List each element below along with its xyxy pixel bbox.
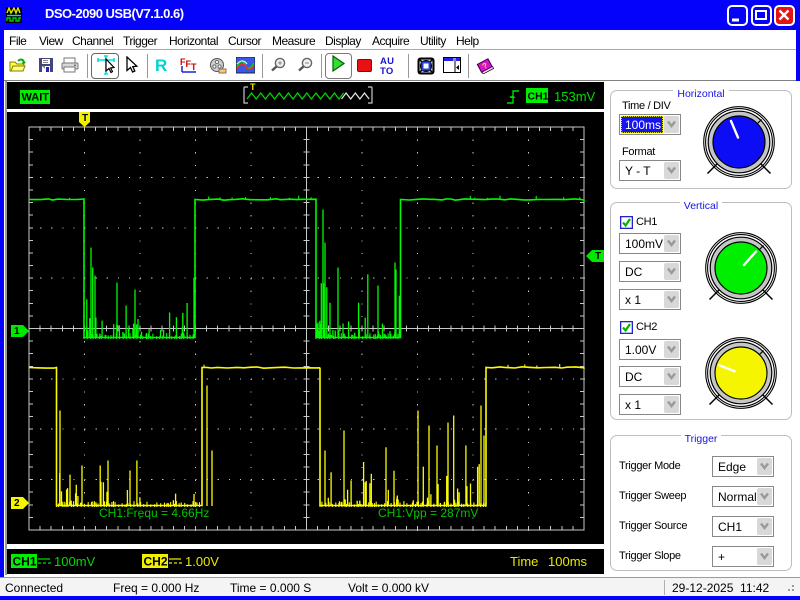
svg-text:CH1:Frequ = 4.66Hz: CH1:Frequ = 4.66Hz: [99, 506, 209, 520]
svg-text:2: 2: [14, 498, 20, 509]
svg-text:T: T: [595, 251, 601, 262]
svg-text:1.00V: 1.00V: [185, 554, 219, 569]
svg-text:153mV: 153mV: [554, 89, 596, 104]
svg-text:100ms: 100ms: [548, 554, 588, 569]
svg-text:CH1:Vpp = 287mV: CH1:Vpp = 287mV: [378, 506, 478, 520]
svg-text:CH1: CH1: [13, 555, 37, 569]
svg-text:1: 1: [14, 326, 20, 337]
svg-text:T: T: [250, 82, 256, 92]
svg-text:CH1: CH1: [528, 91, 549, 103]
svg-text:100mV: 100mV: [54, 554, 96, 569]
svg-text:WAIT: WAIT: [22, 92, 50, 104]
svg-text:Time: Time: [510, 554, 538, 569]
svg-text:T: T: [82, 113, 88, 124]
svg-text:CH2: CH2: [144, 555, 168, 569]
